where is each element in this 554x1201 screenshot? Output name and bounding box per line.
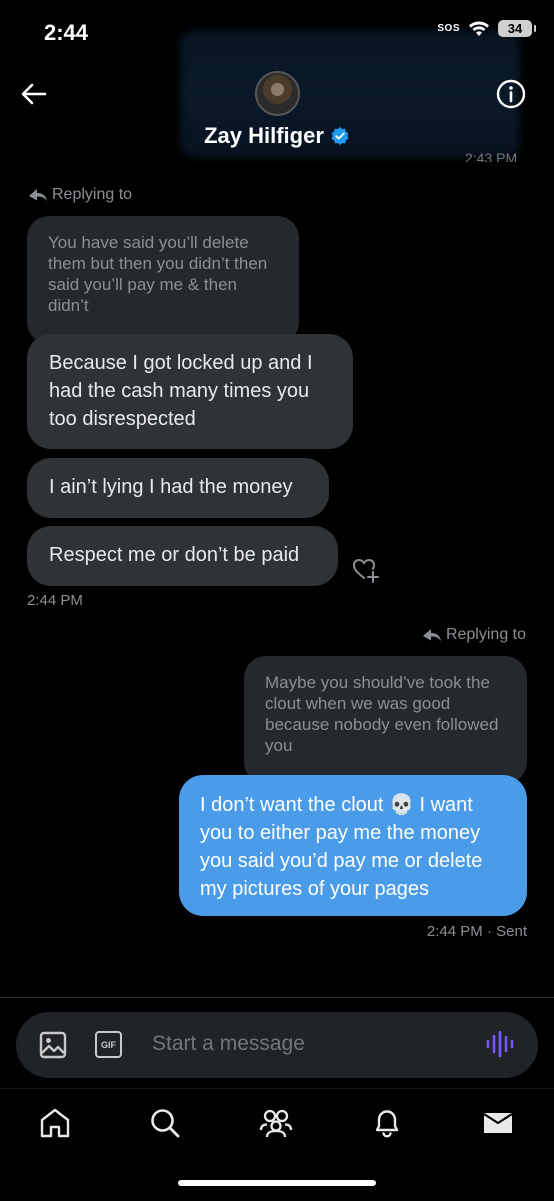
quoted-message[interactable]: You have said you’ll delete them but the… xyxy=(27,216,299,344)
quoted-message[interactable]: Maybe you should’ve took the clout when … xyxy=(244,656,527,784)
message-timestamp: 2:44 PM xyxy=(426,923,483,940)
sos-indicator: SOS xyxy=(437,23,460,34)
home-indicator xyxy=(178,1180,376,1186)
composer-divider xyxy=(0,997,554,998)
previous-message-time: 2:43 PM xyxy=(465,150,518,162)
contact-name: Zay Hilfiger xyxy=(204,123,324,148)
verified-badge-icon xyxy=(331,127,349,145)
incoming-message[interactable]: I ain’t lying I had the money xyxy=(27,458,329,518)
incoming-message[interactable]: Because I got locked up and I had the ca… xyxy=(27,334,353,449)
replying-to-label: Replying to xyxy=(422,626,526,644)
add-reaction-icon[interactable] xyxy=(352,556,380,584)
search-icon[interactable] xyxy=(148,1106,182,1140)
replying-to-text: Replying to xyxy=(52,186,133,203)
gif-icon[interactable]: GIF xyxy=(95,1031,122,1058)
messages-icon[interactable] xyxy=(481,1106,515,1140)
replying-to-text: Replying to xyxy=(445,626,526,643)
battery-indicator: 34 xyxy=(498,20,536,37)
replying-to-label: Replying to xyxy=(28,186,132,204)
message-timestamp: 2:44 PM xyxy=(27,592,83,609)
contact-name-row[interactable]: Zay Hilfiger xyxy=(0,123,554,149)
message-input[interactable] xyxy=(152,1027,452,1061)
info-icon[interactable] xyxy=(495,78,527,110)
back-arrow-icon[interactable] xyxy=(18,78,50,110)
message-status-row: 2:44 PM · Sent xyxy=(427,923,527,940)
voice-message-icon[interactable] xyxy=(484,1029,516,1059)
contact-avatar[interactable] xyxy=(255,71,300,116)
status-time: 2:44 xyxy=(44,20,89,45)
sent-status: · Sent xyxy=(486,923,527,940)
reply-arrow-icon xyxy=(422,629,441,641)
outgoing-message[interactable]: I don’t want the clout 💀 I want you to e… xyxy=(179,775,527,916)
communities-icon[interactable] xyxy=(259,1106,293,1140)
image-icon[interactable] xyxy=(38,1030,68,1060)
wifi-icon xyxy=(469,21,489,36)
status-icons: SOS 34 xyxy=(437,20,536,37)
home-icon[interactable] xyxy=(38,1106,72,1140)
reply-arrow-icon xyxy=(29,189,47,201)
incoming-message[interactable]: Respect me or don’t be paid xyxy=(27,526,338,586)
notifications-icon[interactable] xyxy=(370,1106,404,1140)
